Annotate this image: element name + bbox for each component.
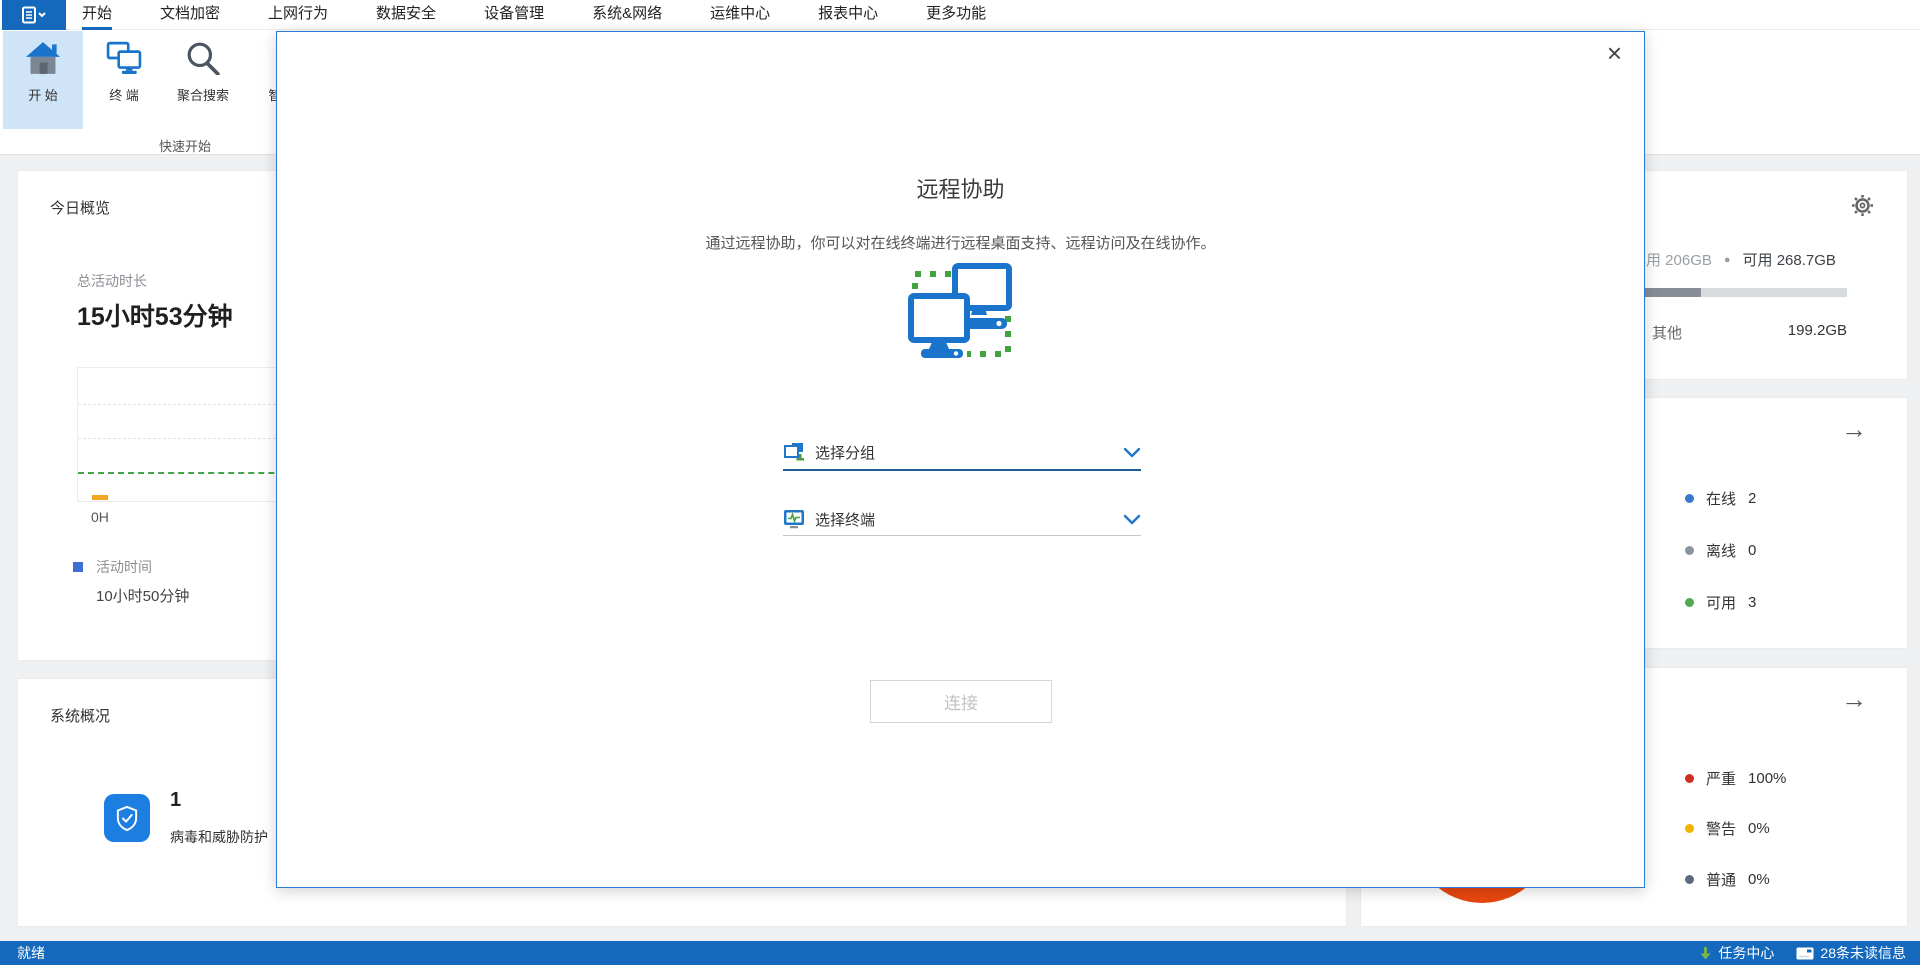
online-value: 2: [1748, 490, 1757, 507]
toolbar-search-button[interactable]: 聚合搜索: [160, 31, 246, 129]
chart-x-axis-label: 0H: [91, 509, 109, 525]
unread-messages-button[interactable]: 28条未读信息: [1796, 943, 1906, 963]
remote-desktop-icon: [907, 263, 1012, 358]
risk-card-arrow[interactable]: →: [1841, 686, 1867, 712]
virus-protection-label: 病毒和威胁防护: [170, 829, 268, 845]
dot-separator: ●: [1723, 253, 1731, 266]
normal-dot: [1685, 875, 1694, 884]
app-window: 开始 文档加密 上网行为 数据安全 设备管理 系统&网络 运维中心 报表中心 更…: [0, 0, 1920, 965]
legend-value: 10小时50分钟: [96, 588, 190, 605]
normal-label: 普通: [1706, 872, 1737, 889]
chevron-down-icon: [1123, 447, 1141, 457]
app-menu-button[interactable]: [2, 0, 66, 30]
menu-item-data-security[interactable]: 数据安全: [376, 0, 436, 30]
normal-value: 0%: [1748, 871, 1770, 888]
settings-button[interactable]: [1852, 195, 1873, 221]
menu-item-report-center[interactable]: 报表中心: [818, 0, 878, 30]
toolbar-terminal-button[interactable]: 终 端: [92, 31, 156, 129]
warning-label: 警告: [1706, 821, 1737, 838]
terminal-icon: [106, 41, 142, 74]
gear-icon: [1852, 195, 1873, 216]
today-card-title: 今日概览: [50, 200, 111, 217]
menu-item-doc-encrypt[interactable]: 文档加密: [160, 0, 220, 30]
terminal-status-row: 可用 3: [1685, 592, 1756, 613]
menu-items: 开始 文档加密 上网行为 数据安全 设备管理 系统&网络 运维中心 报表中心 更…: [82, 0, 986, 30]
disk-other-value: 199.2GB: [1787, 322, 1847, 339]
total-activity-label: 总活动时长: [77, 273, 147, 289]
task-center-label: 任务中心: [1718, 945, 1775, 961]
toolbar-group-label: 快速开始: [158, 139, 211, 154]
app-menu-icon: [22, 6, 46, 24]
chevron-down-icon: [1123, 514, 1141, 524]
connect-button[interactable]: 连接: [870, 680, 1052, 723]
terminal-monitor-icon: [784, 510, 804, 529]
message-icon: [1796, 947, 1814, 959]
download-arrow-icon: [1700, 946, 1712, 960]
virus-protection-tile[interactable]: [104, 794, 150, 842]
toolbar-search-label: 聚合搜索: [176, 88, 229, 103]
terminal-card-arrow[interactable]: →: [1841, 416, 1867, 442]
disk-usage-summary: 已用 206GB ● 可用 268.7GB: [1631, 249, 1836, 270]
risk-row: 严重 100%: [1685, 768, 1786, 789]
legend-swatch: [73, 562, 83, 572]
menu-item-web-behavior[interactable]: 上网行为: [268, 0, 328, 30]
terminal-status-row: 离线 0: [1685, 540, 1756, 561]
toolbar-terminal-label: 终 端: [109, 88, 139, 103]
status-ready-label: 就绪: [17, 945, 45, 961]
dialog-subtitle: 通过远程协助，你可以对在线终端进行远程桌面支持、远程访问及在线协作。: [705, 235, 1216, 252]
unread-messages-label: 28条未读信息: [1820, 945, 1906, 961]
toolbar-home-label: 开 始: [28, 88, 58, 103]
critical-label: 严重: [1706, 771, 1737, 788]
menubar: 开始 文档加密 上网行为 数据安全 设备管理 系统&网络 运维中心 报表中心 更…: [0, 0, 1920, 30]
total-activity-value: 15小时53分钟: [77, 303, 233, 331]
menu-item-ops-center[interactable]: 运维中心: [710, 0, 770, 30]
menu-item-more[interactable]: 更多功能: [926, 0, 986, 30]
menu-item-start[interactable]: 开始: [82, 0, 113, 30]
toolbar-home-button[interactable]: 开 始: [3, 31, 83, 129]
critical-value: 100%: [1748, 770, 1787, 787]
remote-assist-dialog: × 远程协助 通过远程协助，你可以对在线终端进行远程桌面支持、远程访问及在线协作…: [276, 31, 1645, 888]
available-dot: [1685, 598, 1694, 607]
disk-other-row: 其他 199.2GB: [1652, 322, 1847, 343]
legend-label: 活动时间: [96, 559, 152, 575]
offline-value: 0: [1748, 542, 1757, 559]
select-group-dropdown[interactable]: 选择分组: [783, 435, 1141, 471]
select-terminal-label: 选择终端: [815, 511, 876, 529]
select-terminal-dropdown[interactable]: 选择终端: [783, 503, 1141, 536]
statusbar-right: 任务中心 28条未读信息: [1699, 943, 1906, 963]
online-dot: [1685, 494, 1694, 503]
disk-available-label: 可用 268.7GB: [1742, 252, 1836, 269]
statusbar: 就绪 任务中心 28条未读信息: [0, 941, 1920, 965]
warning-dot: [1685, 824, 1694, 833]
available-label: 可用: [1706, 595, 1737, 612]
search-icon: [187, 42, 220, 75]
virus-protection-count: 1: [170, 789, 182, 811]
shield-check-icon: [116, 805, 138, 832]
remote-assist-illustration: [905, 262, 1017, 367]
dialog-title: 远程协助: [916, 177, 1005, 202]
available-value: 3: [1748, 594, 1757, 611]
close-icon[interactable]: ×: [1607, 38, 1622, 69]
task-center-button[interactable]: 任务中心: [1699, 943, 1774, 963]
chart-activity-bar: [92, 495, 108, 500]
warning-value: 0%: [1748, 820, 1770, 837]
offline-label: 离线: [1706, 543, 1737, 560]
system-card-title: 系统概况: [50, 708, 111, 725]
risk-row: 普通 0%: [1685, 869, 1770, 890]
critical-dot: [1685, 774, 1694, 783]
menu-item-system-network[interactable]: 系统&网络: [592, 0, 662, 30]
terminal-status-row: 在线 2: [1685, 488, 1756, 509]
menu-item-device-mgmt[interactable]: 设备管理: [484, 0, 544, 30]
offline-dot: [1685, 546, 1694, 555]
select-group-label: 选择分组: [815, 444, 876, 462]
risk-row: 警告 0%: [1685, 818, 1770, 839]
group-icon: [784, 443, 804, 461]
online-label: 在线: [1706, 491, 1737, 508]
home-icon: [26, 42, 60, 74]
disk-other-label: 其他: [1652, 325, 1683, 342]
